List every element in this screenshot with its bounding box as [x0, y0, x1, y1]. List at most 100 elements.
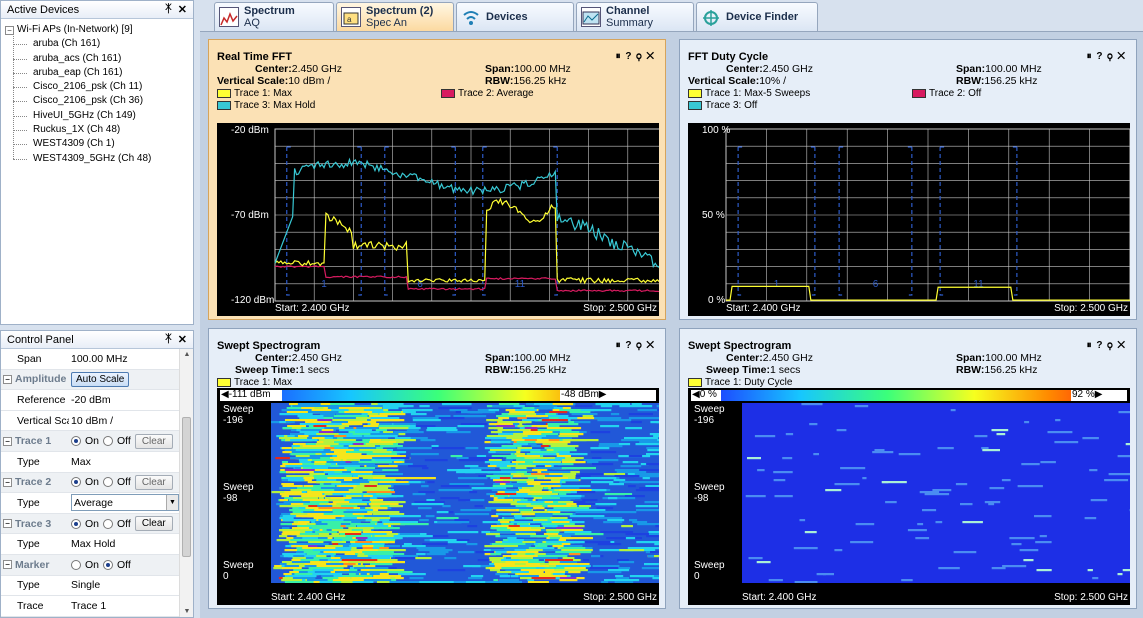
- waterfall-cell: [799, 519, 806, 522]
- close-icon[interactable]: ✕: [1117, 340, 1126, 351]
- scroll-up-icon[interactable]: ▲: [180, 351, 194, 358]
- close-icon[interactable]: ✕: [178, 333, 187, 346]
- waterfall-cell: [646, 463, 659, 466]
- tree-item[interactable]: Ruckus_1X (Ch 48): [5, 123, 193, 137]
- close-icon[interactable]: ✕: [646, 340, 655, 351]
- waterfall-cell: [558, 417, 578, 420]
- waterfall-cell: [412, 417, 439, 420]
- help-icon[interactable]: ?: [625, 51, 632, 62]
- duty-cycle-plot[interactable]: 1 6 11 100 % 50 % 0 % Start: 2.400 GHz Sto…: [688, 123, 1130, 316]
- marker-on-radio[interactable]: [71, 559, 81, 570]
- waterfall-cell: [648, 531, 659, 534]
- tree-item[interactable]: WEST4309 (Ch 1): [5, 137, 193, 151]
- scroll-down-icon[interactable]: ▼: [180, 608, 194, 615]
- tab-devices[interactable]: Devices: [456, 2, 574, 31]
- close-icon[interactable]: ✕: [1117, 51, 1126, 62]
- tree-root-wifi-aps[interactable]: − Wi-Fi APs (In-Network) [9]: [5, 23, 193, 37]
- trace1-type-value[interactable]: Max: [69, 456, 179, 468]
- help-icon[interactable]: ?: [1096, 340, 1103, 351]
- waterfall-cell: [490, 553, 502, 556]
- marker-off-radio[interactable]: [103, 559, 114, 570]
- reference-value[interactable]: -20 dBm: [69, 394, 179, 406]
- waterfall-cell: [785, 433, 794, 436]
- zoom-icon[interactable]: ⚲: [636, 340, 642, 351]
- collapse-icon[interactable]: −: [3, 560, 12, 570]
- tree-item[interactable]: Cisco_2106_psk (Ch 11): [5, 80, 193, 94]
- vertical-scale-value[interactable]: 10 dBm /: [69, 415, 179, 427]
- trace2-off-radio[interactable]: [103, 477, 114, 488]
- help-icon[interactable]: ?: [625, 340, 632, 351]
- panel-controls[interactable]: ⏸ ? ⚲ ✕: [1087, 51, 1126, 62]
- right-arrow-icon[interactable]: ▶: [1095, 389, 1103, 400]
- waterfall-cell: [299, 431, 319, 434]
- trace3-clear-button[interactable]: Clear: [134, 516, 173, 532]
- waterfall-cell: [1001, 479, 1011, 482]
- tree-item[interactable]: aruba_acs (Ch 161): [5, 52, 193, 66]
- panel-controls[interactable]: ⏸ ? ⚲ ✕: [1087, 340, 1126, 351]
- zoom-icon[interactable]: ⚲: [1107, 51, 1113, 62]
- duty-cycle-spectrogram-panel[interactable]: Swept Spectrogram ⏸ ? ⚲ ✕ Center:2.450 G…: [679, 328, 1137, 609]
- tree-item[interactable]: aruba (Ch 161): [5, 37, 193, 51]
- pin-icon[interactable]: ᛡ: [165, 333, 172, 346]
- help-icon[interactable]: ?: [1096, 51, 1103, 62]
- right-arrow-icon[interactable]: ▶: [599, 389, 607, 400]
- waterfall-cell: [342, 575, 373, 578]
- panel-controls[interactable]: ⏸ ? ⚲ ✕: [616, 51, 655, 62]
- pause-icon[interactable]: ⏸: [1087, 340, 1093, 351]
- fft-duty-cycle-panel[interactable]: FFT Duty Cycle ⏸ ? ⚲ ✕ Center:2.450 GHz …: [679, 39, 1137, 320]
- pause-icon[interactable]: ⏸: [1087, 51, 1093, 62]
- tab-device-finder[interactable]: Device Finder: [696, 2, 818, 31]
- tree-item[interactable]: HiveUI_5GHz (Ch 149): [5, 109, 193, 123]
- trace2-type-select[interactable]: Average ▼: [71, 494, 179, 512]
- zoom-icon[interactable]: ⚲: [1107, 340, 1113, 351]
- tab-channel-summary[interactable]: Channel Summary: [576, 2, 694, 31]
- pause-icon[interactable]: ⏸: [616, 51, 622, 62]
- tab-spectrum-2[interactable]: a Spectrum (2) Spec An: [336, 2, 454, 31]
- waterfall-cell: [590, 447, 610, 450]
- trace3-on-radio[interactable]: [71, 518, 81, 529]
- zoom-icon[interactable]: ⚲: [636, 51, 642, 62]
- spectrogram-plot[interactable]: ◀-111 dBm -48 dBm▶ Sweep -196 Sweep -98 Sw…: [217, 388, 659, 605]
- control-panel-scrollbar[interactable]: ▲ ▼: [179, 349, 193, 617]
- real-time-fft-panel[interactable]: Real Time FFT ⏸ ? ⚲ ✕ Center:2.450 GHz S…: [208, 39, 666, 320]
- left-arrow-icon[interactable]: ◀: [692, 389, 700, 400]
- trace3-off-radio[interactable]: [103, 518, 114, 529]
- auto-scale-button[interactable]: Auto Scale: [71, 371, 130, 387]
- tree-item[interactable]: WEST4309_5GHz (Ch 48): [5, 152, 193, 166]
- spectrogram-plot[interactable]: ◀0 % 92 %▶ Sweep -196 Sweep -98 Sweep 0 Sta…: [688, 388, 1130, 605]
- chevron-down-icon[interactable]: ▼: [166, 495, 178, 511]
- collapse-icon[interactable]: −: [3, 477, 12, 487]
- waterfall-cell: [281, 409, 312, 412]
- marker-trace-value[interactable]: Trace 1: [69, 600, 179, 612]
- waterfall-cell: [559, 579, 578, 582]
- tree-item[interactable]: aruba_eap (Ch 161): [5, 66, 193, 80]
- waterfall-cell: [289, 513, 308, 516]
- pin-icon[interactable]: ᛡ: [165, 3, 172, 16]
- close-icon[interactable]: ✕: [178, 3, 187, 16]
- scrollbar-thumb[interactable]: [182, 417, 191, 557]
- tab-spectrum-aq[interactable]: Spectrum AQ: [214, 2, 334, 31]
- marker-type-value[interactable]: Single: [69, 579, 179, 591]
- trace2-clear-button[interactable]: Clear: [134, 474, 173, 490]
- pause-icon[interactable]: ⏸: [616, 340, 622, 351]
- waterfall-cell: [403, 543, 412, 546]
- waterfall-cell: [885, 501, 897, 504]
- trace2-on-radio[interactable]: [71, 477, 81, 488]
- fft-plot[interactable]: 1 6 11 -20 dBm -70 dBm -120 dBm Start: 2.4…: [217, 123, 659, 316]
- trace1-on-radio[interactable]: [71, 436, 81, 447]
- swept-spectrogram-panel[interactable]: Swept Spectrogram ⏸ ? ⚲ ✕ Center:2.450 G…: [208, 328, 666, 609]
- collapse-icon[interactable]: −: [3, 374, 12, 384]
- collapse-icon[interactable]: −: [3, 436, 12, 446]
- left-arrow-icon[interactable]: ◀: [221, 389, 229, 400]
- waterfall-cell: [442, 505, 451, 508]
- trace1-off-radio[interactable]: [103, 436, 114, 447]
- close-icon[interactable]: ✕: [646, 51, 655, 62]
- waterfall-cell: [314, 463, 326, 466]
- span-value[interactable]: 100.00 MHz: [69, 353, 179, 365]
- trace3-type-value[interactable]: Max Hold: [69, 538, 179, 550]
- collapse-icon[interactable]: −: [3, 519, 12, 529]
- panel-controls[interactable]: ⏸ ? ⚲ ✕: [616, 340, 655, 351]
- trace1-clear-button[interactable]: Clear: [134, 433, 173, 449]
- tree-item[interactable]: Cisco_2106_psk (Ch 36): [5, 94, 193, 108]
- waterfall-cell: [571, 413, 598, 416]
